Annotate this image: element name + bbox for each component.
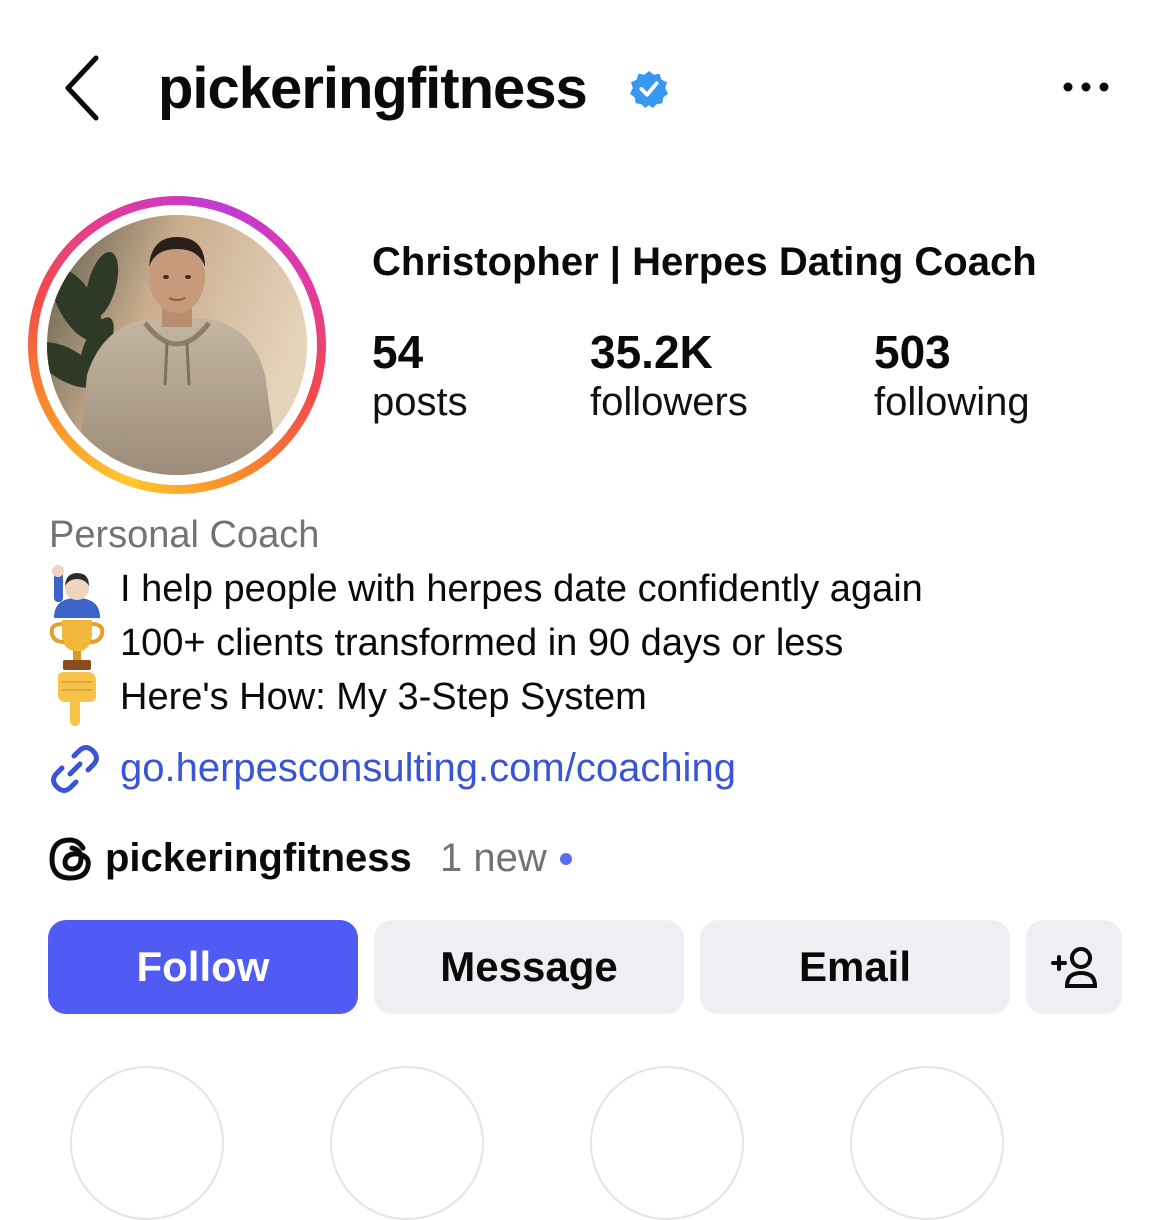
link-icon	[48, 742, 102, 796]
stat-following[interactable]: 503 following	[874, 326, 1030, 426]
stat-value: 54	[372, 326, 424, 378]
profile-avatar[interactable]	[28, 196, 326, 494]
bio-link[interactable]: go.herpesconsulting.com/coaching	[120, 744, 736, 792]
pointing-down-emoji-icon	[48, 672, 106, 726]
stat-value: 35.2K	[590, 326, 713, 378]
threads-handle[interactable]: pickeringfitness	[105, 834, 412, 882]
story-highlight[interactable]	[70, 1066, 224, 1220]
bio-line: Here's How: My 3-Step System	[120, 676, 647, 718]
threads-new-badge: 1 new	[440, 836, 547, 880]
email-button[interactable]: Email	[700, 920, 1010, 1014]
follow-button[interactable]: Follow	[48, 920, 358, 1014]
message-button[interactable]: Message	[374, 920, 684, 1014]
avatar-photo	[47, 215, 307, 475]
stat-value: 503	[874, 326, 951, 378]
threads-icon[interactable]	[48, 836, 94, 882]
back-button[interactable]	[58, 52, 108, 124]
profile-category: Personal Coach	[49, 514, 320, 556]
display-name: Christopher | Herpes Dating Coach	[372, 240, 1037, 284]
header-username: pickeringfitness	[158, 56, 588, 121]
stat-label: followers	[590, 380, 748, 424]
add-person-icon	[1051, 947, 1098, 988]
bio-line: 100+ clients transformed in 90 days or l…	[120, 622, 844, 664]
new-indicator-dot	[560, 853, 572, 865]
story-highlight[interactable]	[590, 1066, 744, 1220]
bio-line: I help people with herpes date confident…	[120, 568, 923, 610]
raising-hand-emoji-icon	[48, 564, 106, 618]
verified-badge-icon	[630, 70, 668, 108]
add-user-button[interactable]	[1026, 920, 1122, 1014]
more-options-button[interactable]	[1058, 72, 1114, 102]
stat-label: posts	[372, 380, 468, 424]
more-horizontal-icon	[1063, 82, 1109, 92]
story-highlight[interactable]	[330, 1066, 484, 1220]
stat-label: following	[874, 380, 1030, 424]
stat-posts[interactable]: 54 posts	[372, 326, 468, 426]
story-highlight[interactable]	[850, 1066, 1004, 1220]
chevron-left-icon	[65, 55, 99, 121]
trophy-emoji-icon	[48, 618, 106, 672]
stat-followers[interactable]: 35.2K followers	[590, 326, 748, 426]
